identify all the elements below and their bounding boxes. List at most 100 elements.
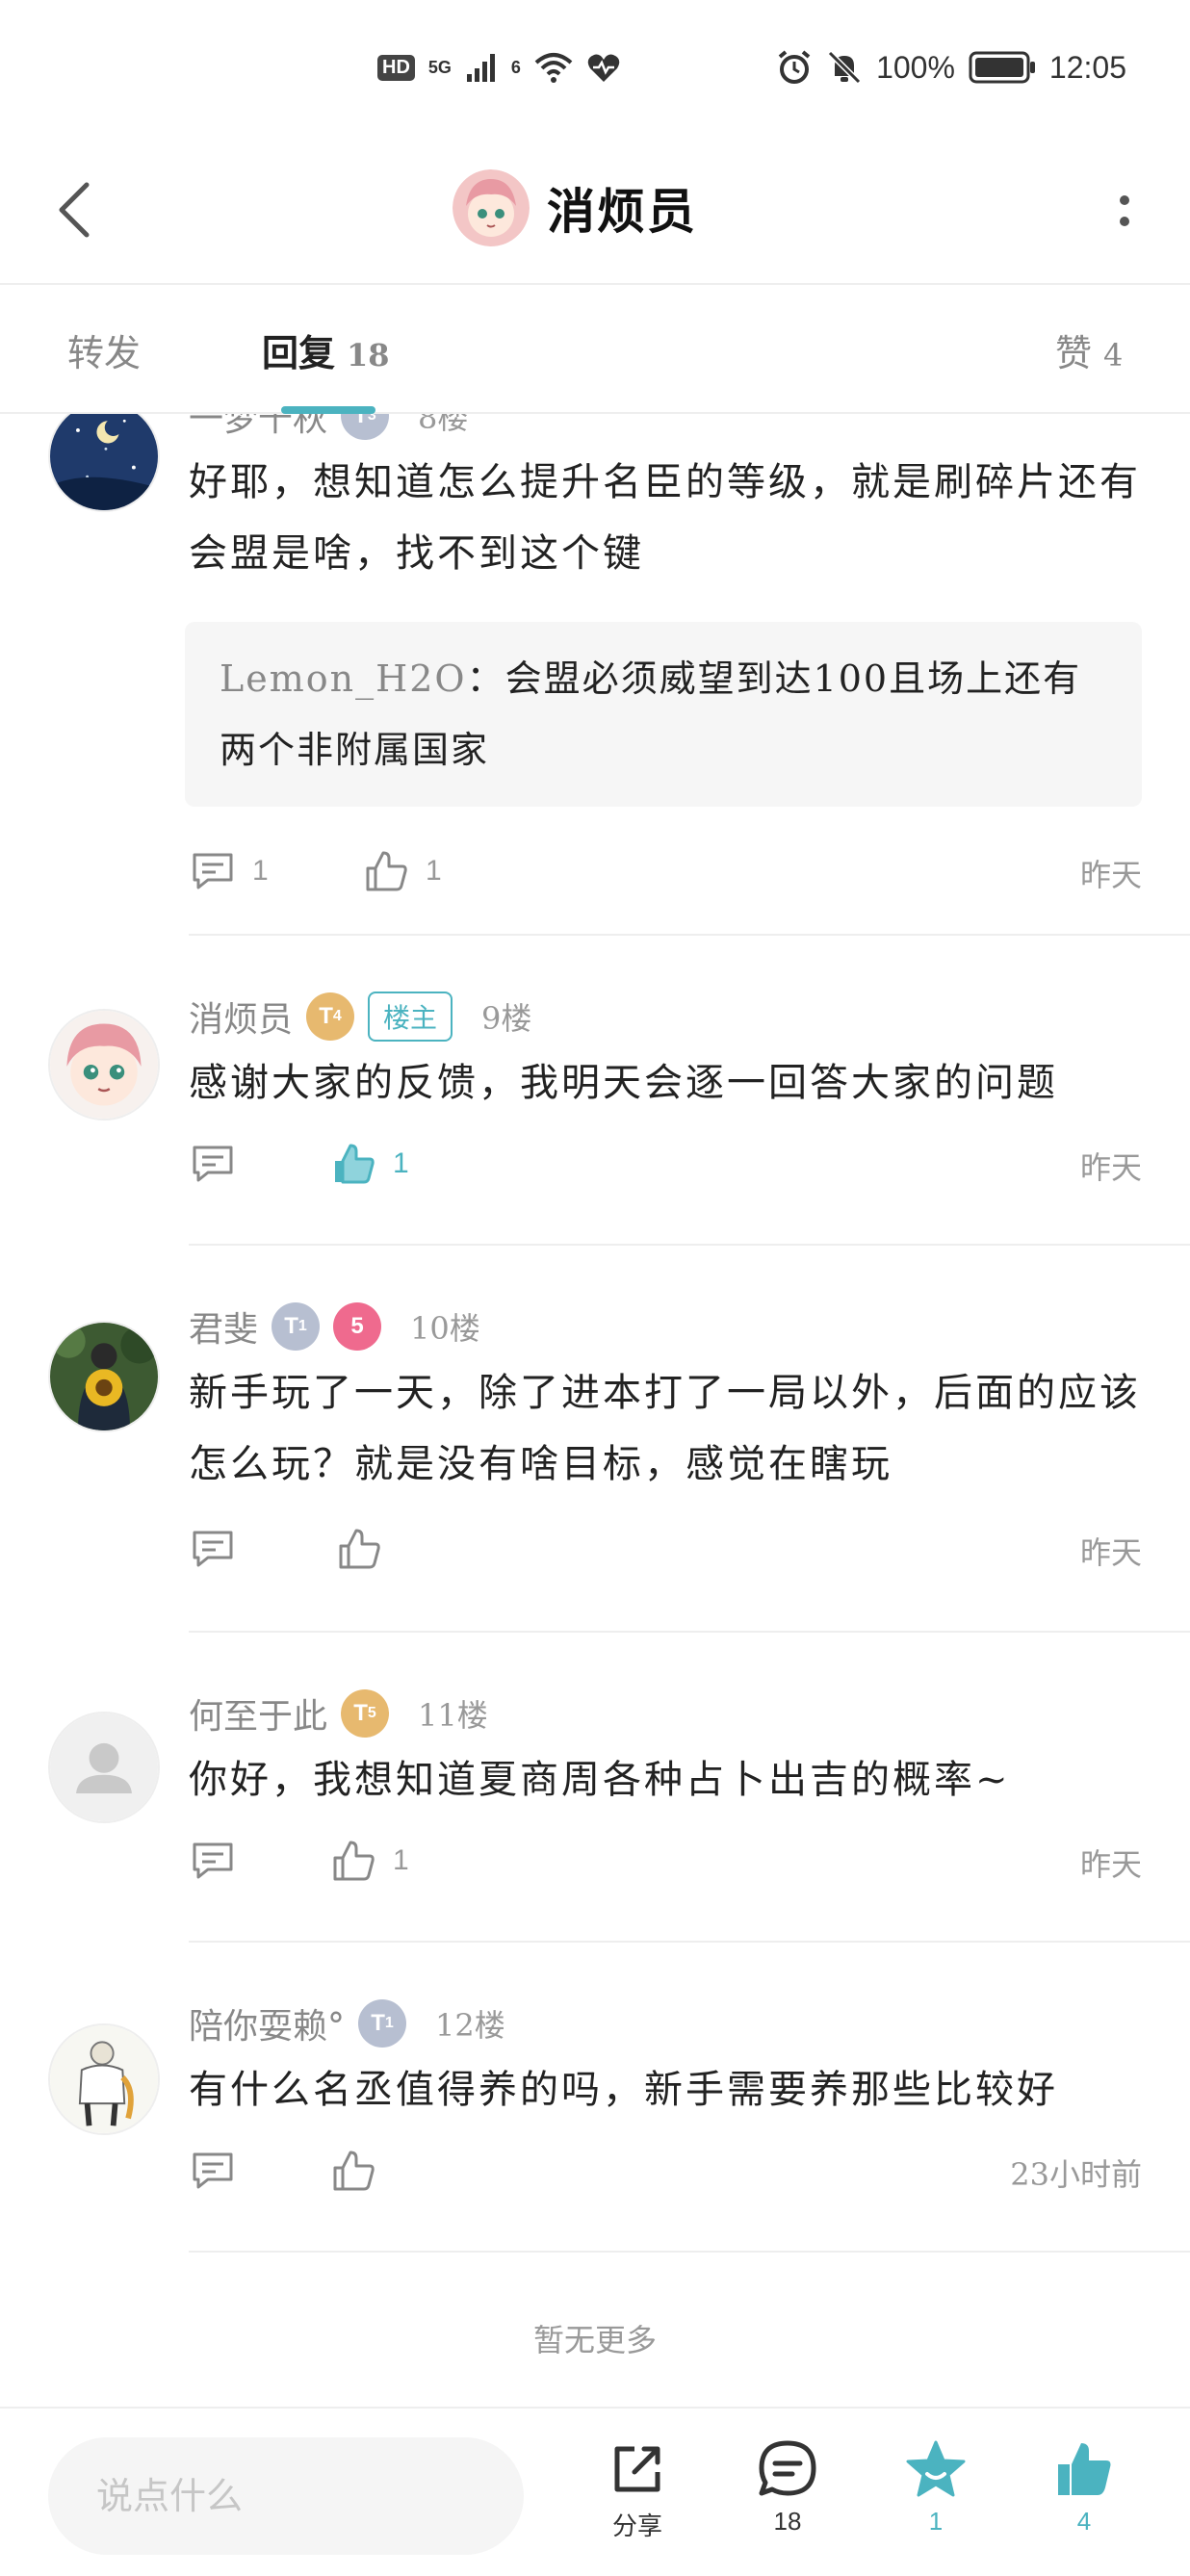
avatar[interactable]: [48, 2023, 160, 2135]
title-bar: 消烦员: [0, 135, 1190, 285]
reply-time: 昨天: [1079, 1534, 1142, 1571]
chat-bubble-icon: [759, 2440, 816, 2496]
quoted-reply[interactable]: Lemon_H2O：会盟必须威望到达100且场上还有两个非附属国家: [185, 622, 1142, 807]
level-badge: T5: [341, 1689, 390, 1738]
floor-number: 9楼: [481, 1000, 532, 1037]
reply-meta: 君斐 T1 5 10楼: [189, 1300, 480, 1353]
reply-meta: 消烦员 T4 楼主 9楼: [189, 990, 531, 1043]
thumbs-up-icon: [366, 851, 407, 891]
reply-text: 有什么名丞值得养的吗，新手需要养那些比较好: [189, 2068, 1058, 2112]
thumbs-up-filled-icon: [1058, 2443, 1111, 2495]
comment-button[interactable]: [189, 1837, 237, 1885]
share-button[interactable]: 分享: [580, 2437, 695, 2542]
avatar[interactable]: [48, 1321, 160, 1432]
tab-bar: 转发 回复 18 赞4: [0, 285, 1190, 414]
comment-button[interactable]: [189, 2147, 237, 2195]
clock-time: 12:05: [1048, 49, 1126, 85]
network-type-label: 5G: [427, 57, 452, 77]
battery-percent: 100%: [876, 49, 955, 85]
star-favorite-icon: [906, 2440, 966, 2497]
status-right: 100% 12:05: [776, 46, 1126, 89]
comment-button[interactable]: 1: [189, 847, 269, 895]
tab-likes[interactable]: 赞4: [1055, 323, 1123, 376]
status-left: HD 5G 6: [377, 46, 621, 89]
floor-number: 12楼: [435, 2007, 505, 2044]
thumbs-up-filled-icon: [335, 1144, 375, 1184]
divider: [189, 1631, 1190, 1633]
mute-bell-icon: [827, 50, 862, 85]
like-button[interactable]: [329, 2147, 377, 2195]
floor-number: 8楼: [418, 414, 469, 436]
comment-count-button[interactable]: 18: [730, 2437, 845, 2537]
reply-actions: 23小时前: [189, 2147, 1142, 2201]
like-post-button[interactable]: 4: [1026, 2437, 1142, 2537]
comment-count: 1: [252, 855, 269, 887]
reply-actions: 昨天: [189, 1525, 1142, 1579]
more-options-icon[interactable]: [1105, 177, 1144, 245]
bottom-action-bar: 分享 18 1 4: [0, 2407, 1190, 2576]
like-button[interactable]: [335, 1525, 383, 1573]
username[interactable]: 君斐: [189, 1301, 258, 1352]
divider: [189, 1941, 1190, 1943]
like-count: 1: [426, 855, 442, 887]
tab-active-indicator: [281, 406, 375, 414]
favorite-button[interactable]: 1: [878, 2437, 994, 2537]
username[interactable]: 一梦千秋: [189, 414, 327, 441]
like-button[interactable]: 1: [329, 1837, 409, 1885]
wifi-label: 6: [510, 57, 521, 77]
tab-likes-label: 赞: [1055, 332, 1093, 374]
comment-input[interactable]: [48, 2437, 524, 2555]
hd-badge: HD: [377, 54, 415, 81]
reply-text: 你好，我想知道夏商周各种占卜出吉的概率~: [189, 1758, 1011, 1802]
reply-actions: 1 1 昨天: [189, 847, 1142, 901]
avatar[interactable]: [48, 1009, 160, 1121]
title-avatar[interactable]: [453, 169, 530, 246]
tab-forward[interactable]: 转发: [67, 323, 141, 376]
reply-time: 昨天: [1079, 1846, 1142, 1883]
reply-text: 感谢大家的反馈，我明天会逐一回答大家的问题: [189, 1061, 1058, 1105]
signal-icon: [466, 54, 495, 82]
comment-total: 18: [773, 2507, 802, 2536]
reply-text: 新手玩了一天，除了进本打了一局以外，后面的应该怎么玩？就是没有啥目标，感觉在瞎玩: [189, 1371, 1141, 1486]
username[interactable]: 何至于此: [189, 1688, 327, 1739]
reply-list[interactable]: 一梦千秋 T3 8楼 好耶，想知道怎么提升名臣的等级，就是刷碎片还有会盟是啥，找…: [0, 414, 1190, 2407]
comment-icon: [193, 853, 233, 889]
share-label: 分享: [611, 2512, 662, 2541]
tab-replies[interactable]: 回复 18: [262, 323, 390, 376]
thumbs-up-icon: [333, 2151, 375, 2191]
reply-time: 昨天: [1079, 857, 1142, 893]
comment-button[interactable]: [189, 1525, 237, 1573]
username[interactable]: 消烦员: [189, 992, 293, 1042]
reply-meta: 陪你耍赖° T1 12楼: [189, 1996, 505, 2050]
comment-icon: [193, 1842, 233, 1879]
reply-meta: 一梦千秋 T3 8楼: [189, 414, 468, 443]
reply-meta: 何至于此 T5 11楼: [189, 1687, 488, 1740]
like-button[interactable]: 1: [329, 1140, 409, 1188]
reply-actions: 1 昨天: [189, 1140, 1142, 1194]
default-avatar[interactable]: [48, 1712, 160, 1823]
reply-time: 昨天: [1079, 1149, 1142, 1186]
no-more-text: 暂无更多: [532, 2322, 657, 2358]
owner-badge: 楼主: [368, 992, 453, 1042]
divider: [189, 934, 1190, 936]
tab-likes-count: 4: [1103, 337, 1124, 374]
floor-number: 10楼: [410, 1310, 480, 1347]
reply-actions: 1 昨天: [189, 1837, 1142, 1891]
back-arrow-icon[interactable]: [48, 179, 106, 241]
like-total: 4: [1076, 2507, 1092, 2536]
like-button[interactable]: 1: [362, 847, 442, 895]
comment-button[interactable]: [189, 1140, 237, 1188]
avatar[interactable]: [48, 414, 160, 512]
like-count: 1: [393, 1844, 409, 1876]
quoted-username[interactable]: Lemon_H2O: [220, 657, 467, 700]
wifi-icon: [534, 53, 573, 83]
page-title: 消烦员: [547, 183, 697, 240]
comment-icon: [193, 2152, 233, 2189]
level-badge: T3: [341, 414, 390, 440]
floor-number: 11楼: [418, 1697, 488, 1734]
username[interactable]: 陪你耍赖°: [189, 1998, 345, 2048]
tab-replies-count: 18: [347, 337, 390, 374]
level-badge: T1: [272, 1302, 321, 1351]
tab-forward-label: 转发: [67, 332, 142, 374]
favorite-count: 1: [928, 2507, 944, 2536]
